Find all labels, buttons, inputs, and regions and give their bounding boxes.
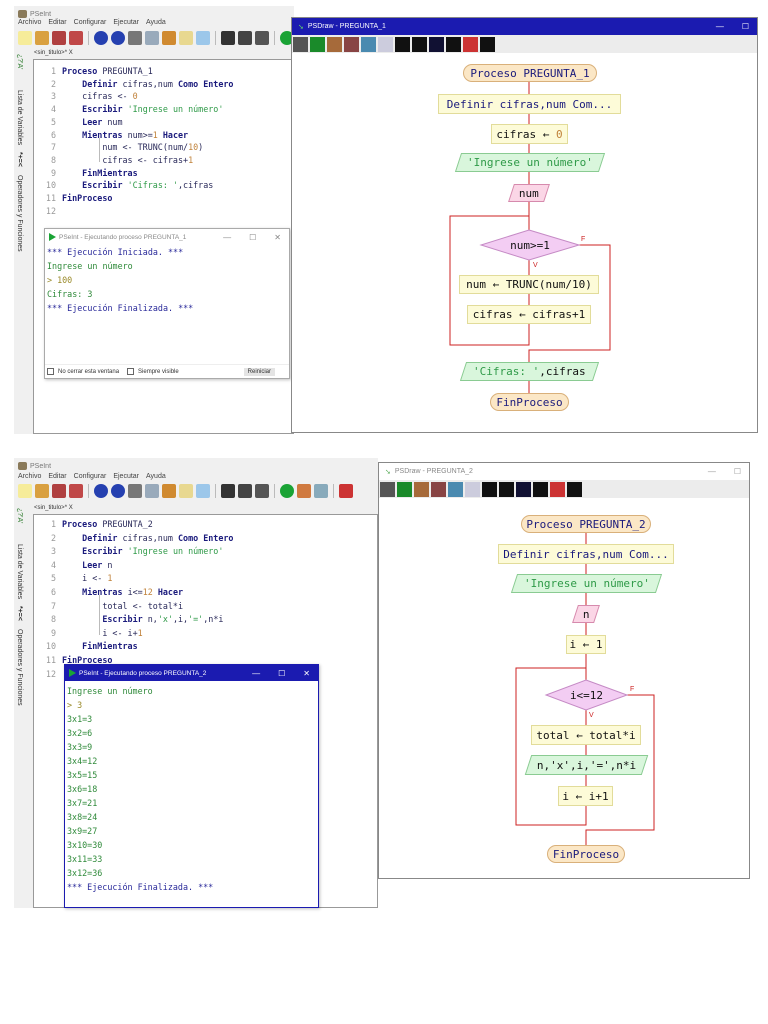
flowchart-connectors-2: [515, 533, 655, 845]
write-text: n,'x',i,'=',n*i: [536, 758, 637, 772]
false-label: F: [630, 686, 635, 693]
flow-condition-node[interactable]: i<=12: [546, 686, 627, 704]
flow-start-node[interactable]: Proceso PREGUNTA_2: [521, 515, 651, 533]
true-label: V: [589, 712, 594, 719]
flow-write-node[interactable]: 'Ingrese un número': [510, 574, 663, 593]
write-text: 'Ingrese un número': [523, 577, 650, 590]
flow-body-node-2[interactable]: n,'x',i,'=',n*i: [524, 755, 649, 775]
read-text: n: [582, 607, 590, 621]
flow-body-node-3[interactable]: i ← i+1: [558, 786, 613, 806]
flow-init-node[interactable]: i ← 1: [566, 635, 606, 654]
flow-body-node-1[interactable]: total ← total*i: [531, 725, 641, 745]
flow-define-node[interactable]: Definir cifras,num Com...: [498, 544, 674, 564]
flow-end-node[interactable]: FinProceso: [547, 845, 625, 863]
